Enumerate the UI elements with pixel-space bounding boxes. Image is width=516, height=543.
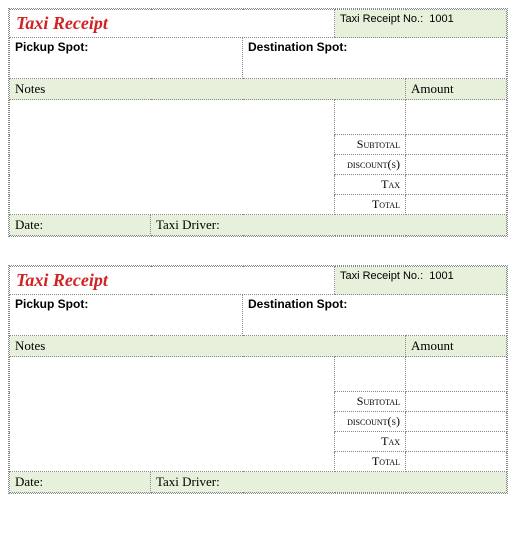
- notes-body-cont2: [10, 155, 335, 175]
- driver-cell: Taxi Driver:: [151, 215, 507, 236]
- subtotal-label: Subtotal: [335, 135, 406, 155]
- receipt-no-label: Taxi Receipt No.:: [340, 13, 423, 25]
- pickup-label: Pickup Spot:: [15, 40, 88, 54]
- discounts-label: discount(s): [335, 412, 406, 432]
- notes-body: [10, 100, 335, 135]
- receipt-no-value: 1001: [429, 13, 453, 25]
- amount-header: Amount: [406, 79, 507, 100]
- line-label-cell: [335, 357, 406, 392]
- taxi-receipt: Taxi Receipt Taxi Receipt No.: 1001 Pick…: [8, 8, 508, 237]
- notes-body-cont: [10, 135, 335, 155]
- amount-header: Amount: [406, 336, 507, 357]
- date-label: Date:: [15, 474, 43, 489]
- receipt-no-value: 1001: [429, 270, 453, 282]
- receipt-number-cell: Taxi Receipt No.: 1001: [335, 267, 507, 295]
- line-amount-cell: [406, 357, 507, 392]
- pickup-spot-cell: Pickup Spot:: [10, 295, 243, 336]
- total-value: [406, 452, 507, 472]
- notes-body: [10, 357, 335, 392]
- discounts-label: discount(s): [335, 155, 406, 175]
- taxi-receipt: Taxi Receipt Taxi Receipt No.: 1001 Pick…: [8, 265, 508, 494]
- destination-spot-cell: Destination Spot:: [243, 295, 507, 336]
- tax-label: Tax: [335, 175, 406, 195]
- notes-body-cont: [10, 392, 335, 412]
- notes-body-cont2: [10, 412, 335, 432]
- driver-cell: Taxi Driver:: [151, 472, 507, 493]
- notes-body-cont4: [10, 195, 335, 215]
- notes-body-cont4: [10, 452, 335, 472]
- total-label: Total: [335, 195, 406, 215]
- discounts-value: [406, 412, 507, 432]
- subtotal-label: Subtotal: [335, 392, 406, 412]
- pickup-spot-cell: Pickup Spot:: [10, 38, 243, 79]
- destination-spot-cell: Destination Spot:: [243, 38, 507, 79]
- total-label: Total: [335, 452, 406, 472]
- subtotal-value: [406, 135, 507, 155]
- title-cell: Taxi Receipt: [10, 10, 335, 38]
- tax-value: [406, 175, 507, 195]
- driver-label: Taxi Driver:: [156, 217, 220, 232]
- date-label: Date:: [15, 217, 43, 232]
- line-amount-cell: [406, 100, 507, 135]
- destination-label: Destination Spot:: [248, 40, 347, 54]
- notes-header: Notes: [10, 79, 406, 100]
- line-label-cell: [335, 100, 406, 135]
- tax-value: [406, 432, 507, 452]
- receipt-title: Taxi Receipt: [16, 13, 108, 33]
- notes-body-cont3: [10, 432, 335, 452]
- subtotal-value: [406, 392, 507, 412]
- notes-header: Notes: [10, 336, 406, 357]
- date-cell: Date:: [10, 215, 151, 236]
- discounts-value: [406, 155, 507, 175]
- total-value: [406, 195, 507, 215]
- pickup-label: Pickup Spot:: [15, 297, 88, 311]
- title-cell: Taxi Receipt: [10, 267, 335, 295]
- receipt-no-label: Taxi Receipt No.:: [340, 270, 423, 282]
- date-cell: Date:: [10, 472, 151, 493]
- tax-label: Tax: [335, 432, 406, 452]
- receipt-title: Taxi Receipt: [16, 270, 108, 290]
- notes-body-cont3: [10, 175, 335, 195]
- receipt-number-cell: Taxi Receipt No.: 1001: [335, 10, 507, 38]
- destination-label: Destination Spot:: [248, 297, 347, 311]
- driver-label: Taxi Driver:: [156, 474, 220, 489]
